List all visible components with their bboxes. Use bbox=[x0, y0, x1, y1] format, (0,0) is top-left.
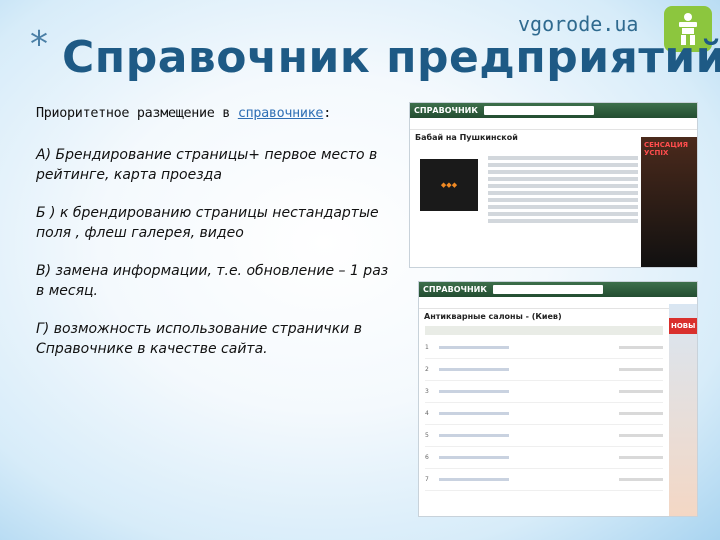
presentation-slide: vgorode.ua * Справочник предприятий Прио… bbox=[0, 0, 720, 540]
screenshot-breadcrumb bbox=[410, 118, 697, 130]
screenshot-header: СПРАВОЧНИК bbox=[419, 282, 697, 297]
screenshot-header: СПРАВОЧНИК bbox=[410, 103, 697, 118]
directory-link[interactable]: справочнике bbox=[238, 106, 324, 121]
option-a: А) Брендирование страницы+ первое место … bbox=[36, 147, 378, 183]
company-logo-image: ◆◆◆ bbox=[420, 159, 478, 211]
option-b: Б ) к брендированию страницы нестандарты… bbox=[36, 205, 379, 241]
list-header-bar bbox=[425, 326, 663, 335]
intro-suffix: : bbox=[323, 106, 331, 121]
list-item: 7 bbox=[425, 469, 663, 491]
text-block: Приоритетное размещение в справочнике: А… bbox=[36, 106, 396, 377]
screenshot-search-field bbox=[483, 106, 594, 115]
list-item: 4 bbox=[425, 403, 663, 425]
company-details bbox=[488, 153, 638, 226]
screenshot-brand: СПРАВОЧНИК bbox=[423, 285, 487, 294]
company-page-screenshot: СПРАВОЧНИК Бабай на Пушкинской ◆◆◆ СЕНСА… bbox=[409, 102, 698, 268]
list-item: 6 bbox=[425, 447, 663, 469]
screenshot-list-title: Антикварные салоны - (Киев) bbox=[424, 312, 562, 321]
side-ad: НОВЫ bbox=[669, 304, 697, 516]
list-item: 3 bbox=[425, 381, 663, 403]
option-c: В) замена информации, т.е. обновление – … bbox=[36, 263, 389, 299]
screenshot-breadcrumb bbox=[419, 297, 697, 309]
slide-title: Справочник предприятий bbox=[62, 32, 720, 83]
screenshot-search-field bbox=[492, 285, 603, 294]
directory-list-screenshot: СПРАВОЧНИК Антикварные салоны - (Киев) 1… bbox=[418, 281, 698, 517]
side-ad-label: НОВЫ bbox=[669, 318, 697, 334]
intro-line: Приоритетное размещение в справочнике: bbox=[36, 106, 396, 121]
list-item: 5 bbox=[425, 425, 663, 447]
title-bullet: * bbox=[30, 24, 48, 65]
option-d: Г) возможность использование странички в… bbox=[36, 321, 362, 357]
banner-ad: СЕНСАЦИЯ УСПІХ bbox=[641, 137, 697, 267]
intro-prefix: Приоритетное размещение в bbox=[36, 106, 238, 121]
list-item: 2 bbox=[425, 359, 663, 381]
list-item: 1 bbox=[425, 337, 663, 359]
screenshot-brand: СПРАВОЧНИК bbox=[414, 106, 478, 115]
